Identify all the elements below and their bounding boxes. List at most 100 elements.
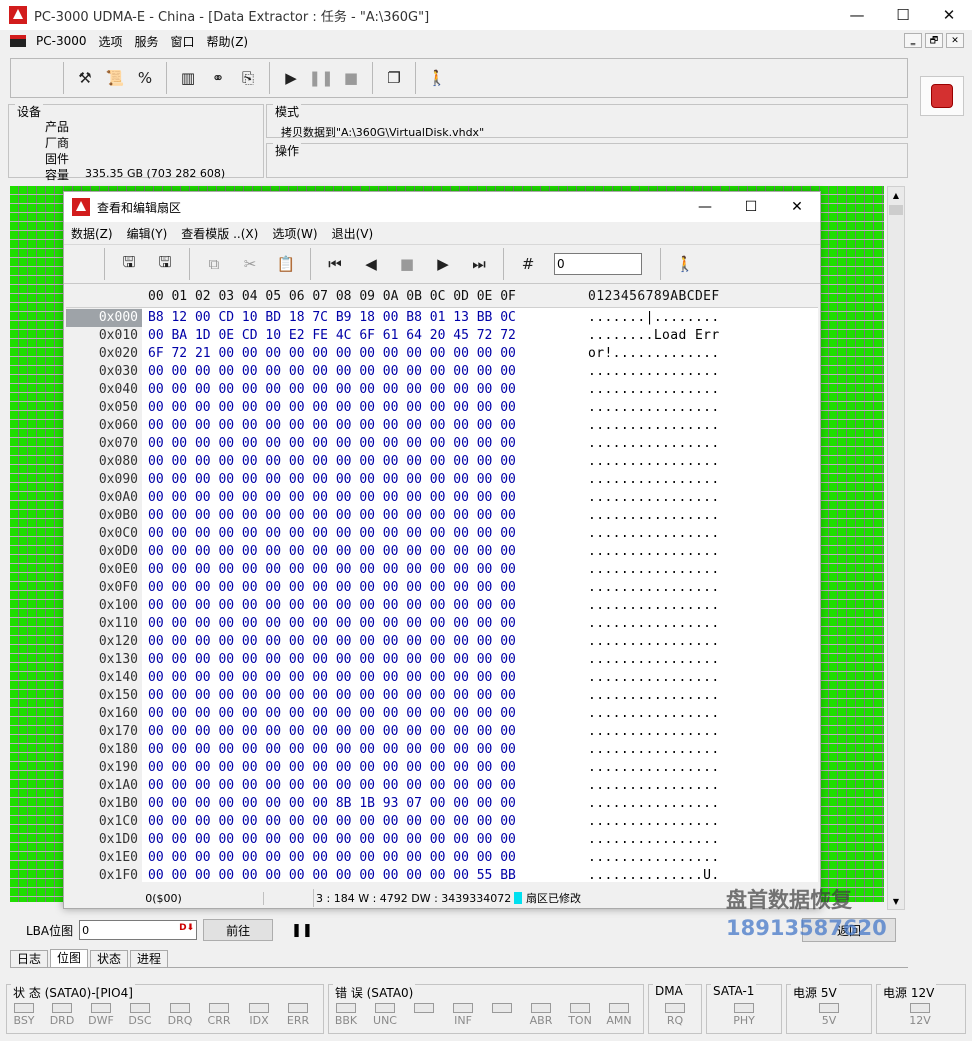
last-sector-icon[interactable]: ⏭: [461, 249, 497, 279]
hex-row[interactable]: 0x110 00 00 00 00 00 00 00 00 00 00 00 00…: [66, 615, 818, 633]
tab-bitmap[interactable]: 位图: [50, 949, 89, 968]
stop-icon[interactable]: ■: [389, 249, 425, 279]
exit-icon[interactable]: 🚶: [422, 63, 452, 93]
stop-icon[interactable]: ■: [336, 63, 366, 93]
dialog-menu-options[interactable]: 选项(W): [265, 225, 324, 242]
hex-editor[interactable]: 00 01 02 03 04 05 06 07 08 09 0A 0B 0C 0…: [66, 286, 818, 885]
hex-row[interactable]: 0x100 00 00 00 00 00 00 00 00 00 00 00 00…: [66, 597, 818, 615]
row-bytes[interactable]: 00 00 00 00 00 00 00 00 8B 1B 93 07 00 0…: [148, 795, 516, 813]
row-bytes[interactable]: 6F 72 21 00 00 00 00 00 00 00 00 00 00 0…: [148, 345, 516, 363]
hex-row[interactable]: 0x180 00 00 00 00 00 00 00 00 00 00 00 00…: [66, 741, 818, 759]
hex-row[interactable]: 0x190 00 00 00 00 00 00 00 00 00 00 00 00…: [66, 759, 818, 777]
row-bytes[interactable]: 00 00 00 00 00 00 00 00 00 00 00 00 00 0…: [148, 435, 516, 453]
row-ascii[interactable]: ................: [588, 741, 720, 759]
row-ascii[interactable]: ................: [588, 597, 720, 615]
row-ascii[interactable]: ................: [588, 795, 720, 813]
certificate-icon[interactable]: 📜: [100, 63, 130, 93]
row-bytes[interactable]: 00 00 00 00 00 00 00 00 00 00 00 00 00 0…: [148, 399, 516, 417]
row-bytes[interactable]: 00 00 00 00 00 00 00 00 00 00 00 00 00 0…: [148, 705, 516, 723]
row-bytes[interactable]: 00 00 00 00 00 00 00 00 00 00 00 00 00 0…: [148, 471, 516, 489]
copy-icon[interactable]: ⧉: [196, 249, 232, 279]
row-bytes[interactable]: 00 00 00 00 00 00 00 00 00 00 00 00 00 0…: [148, 489, 516, 507]
exit-icon[interactable]: 🚶: [667, 249, 703, 279]
maximize-button[interactable]: ☐: [880, 0, 926, 30]
paste-icon[interactable]: 📋: [268, 249, 304, 279]
windows-icon[interactable]: ❐: [379, 63, 409, 93]
row-bytes[interactable]: 00 00 00 00 00 00 00 00 00 00 00 00 00 0…: [148, 561, 516, 579]
row-ascii[interactable]: ................: [588, 849, 720, 867]
row-bytes[interactable]: 00 00 00 00 00 00 00 00 00 00 00 00 00 0…: [148, 867, 516, 885]
hex-row[interactable]: 0x050 00 00 00 00 00 00 00 00 00 00 00 00…: [66, 399, 818, 417]
next-sector-icon[interactable]: ▶: [425, 249, 461, 279]
dialog-menu-template[interactable]: 查看模版 ..(X): [174, 225, 265, 242]
row-ascii[interactable]: ................: [588, 831, 720, 849]
hex-row[interactable]: 0x020 6F 72 21 00 00 00 00 00 00 00 00 00…: [66, 345, 818, 363]
mdi-restore-button[interactable]: 🗗: [925, 33, 943, 48]
save-file-icon[interactable]: 🖫: [147, 249, 183, 279]
row-ascii[interactable]: ................: [588, 471, 720, 489]
row-bytes[interactable]: 00 00 00 00 00 00 00 00 00 00 00 00 00 0…: [148, 543, 516, 561]
hex-row[interactable]: 0x130 00 00 00 00 00 00 00 00 00 00 00 00…: [66, 651, 818, 669]
hex-row[interactable]: 0x1E0 00 00 00 00 00 00 00 00 00 00 00 00…: [66, 849, 818, 867]
drive-icon[interactable]: ▥: [173, 63, 203, 93]
row-bytes[interactable]: 00 00 00 00 00 00 00 00 00 00 00 00 00 0…: [148, 777, 516, 795]
dialog-menu-data[interactable]: 数据(Z): [64, 225, 120, 242]
percent-icon[interactable]: %: [130, 63, 160, 93]
tab-status[interactable]: 状态: [90, 950, 129, 968]
goto-sector-icon[interactable]: #: [510, 249, 546, 279]
row-bytes[interactable]: 00 00 00 00 00 00 00 00 00 00 00 00 00 0…: [148, 453, 516, 471]
row-bytes[interactable]: 00 00 00 00 00 00 00 00 00 00 00 00 00 0…: [148, 525, 516, 543]
hex-row[interactable]: 0x0D0 00 00 00 00 00 00 00 00 00 00 00 00…: [66, 543, 818, 561]
row-ascii[interactable]: ................: [588, 381, 720, 399]
row-ascii[interactable]: ................: [588, 705, 720, 723]
scroll-thumb[interactable]: [889, 205, 903, 215]
row-ascii[interactable]: ................: [588, 633, 720, 651]
scroll-down-icon[interactable]: ▼: [888, 893, 904, 909]
row-ascii[interactable]: ................: [588, 615, 720, 633]
hex-row[interactable]: 0x160 00 00 00 00 00 00 00 00 00 00 00 00…: [66, 705, 818, 723]
row-bytes[interactable]: 00 00 00 00 00 00 00 00 00 00 00 00 00 0…: [148, 363, 516, 381]
goto-button[interactable]: 前往: [203, 919, 274, 941]
row-bytes[interactable]: 00 00 00 00 00 00 00 00 00 00 00 00 00 0…: [148, 651, 516, 669]
hex-row[interactable]: 0x140 00 00 00 00 00 00 00 00 00 00 00 00…: [66, 669, 818, 687]
hex-row[interactable]: 0x040 00 00 00 00 00 00 00 00 00 00 00 00…: [66, 381, 818, 399]
close-button[interactable]: ✕: [926, 0, 972, 30]
row-bytes[interactable]: 00 00 00 00 00 00 00 00 00 00 00 00 00 0…: [148, 669, 516, 687]
menu-window[interactable]: 窗口: [165, 33, 201, 50]
dialog-minimize-button[interactable]: —: [682, 192, 728, 222]
row-ascii[interactable]: ................: [588, 759, 720, 777]
row-ascii[interactable]: ........Load Err: [588, 327, 720, 345]
row-ascii[interactable]: ................: [588, 453, 720, 471]
menu-help[interactable]: 帮助(Z): [201, 33, 255, 50]
hex-row[interactable]: 0x0A0 00 00 00 00 00 00 00 00 00 00 00 00…: [66, 489, 818, 507]
row-ascii[interactable]: ................: [588, 813, 720, 831]
row-ascii[interactable]: ................: [588, 687, 720, 705]
dialog-menu-exit[interactable]: 退出(V): [325, 225, 381, 242]
hex-row[interactable]: 0x090 00 00 00 00 00 00 00 00 00 00 00 00…: [66, 471, 818, 489]
row-ascii[interactable]: ................: [588, 489, 720, 507]
tab-log[interactable]: 日志: [10, 950, 49, 968]
row-ascii[interactable]: ................: [588, 651, 720, 669]
hex-row[interactable]: 0x120 00 00 00 00 00 00 00 00 00 00 00 00…: [66, 633, 818, 651]
hex-row[interactable]: 0x060 00 00 00 00 00 00 00 00 00 00 00 00…: [66, 417, 818, 435]
dropdown-icon[interactable]: D⬇: [179, 923, 194, 933]
row-bytes[interactable]: 00 00 00 00 00 00 00 00 00 00 00 00 00 0…: [148, 741, 516, 759]
scroll-up-icon[interactable]: ▲: [888, 187, 904, 203]
mdi-minimize-button[interactable]: ‗: [904, 33, 922, 48]
hex-row[interactable]: 0x030 00 00 00 00 00 00 00 00 00 00 00 00…: [66, 363, 818, 381]
row-bytes[interactable]: B8 12 00 CD 10 BD 18 7C B9 18 00 B8 01 1…: [148, 309, 516, 327]
play-icon[interactable]: ▶: [276, 63, 306, 93]
tools-icon[interactable]: ⚒: [70, 63, 100, 93]
row-ascii[interactable]: or!.............: [588, 345, 720, 363]
row-bytes[interactable]: 00 00 00 00 00 00 00 00 00 00 00 00 00 0…: [148, 417, 516, 435]
hex-row[interactable]: 0x170 00 00 00 00 00 00 00 00 00 00 00 00…: [66, 723, 818, 741]
hex-row[interactable]: 0x1B0 00 00 00 00 00 00 00 00 8B 1B 93 07…: [66, 795, 818, 813]
row-bytes[interactable]: 00 00 00 00 00 00 00 00 00 00 00 00 00 0…: [148, 579, 516, 597]
row-ascii[interactable]: ................: [588, 435, 720, 453]
hex-row[interactable]: 0x1C0 00 00 00 00 00 00 00 00 00 00 00 00…: [66, 813, 818, 831]
row-ascii[interactable]: ................: [588, 399, 720, 417]
menu-service[interactable]: 服务: [129, 33, 165, 50]
minimize-button[interactable]: —: [834, 0, 880, 30]
row-ascii[interactable]: ................: [588, 507, 720, 525]
row-ascii[interactable]: .......|........: [588, 309, 720, 327]
